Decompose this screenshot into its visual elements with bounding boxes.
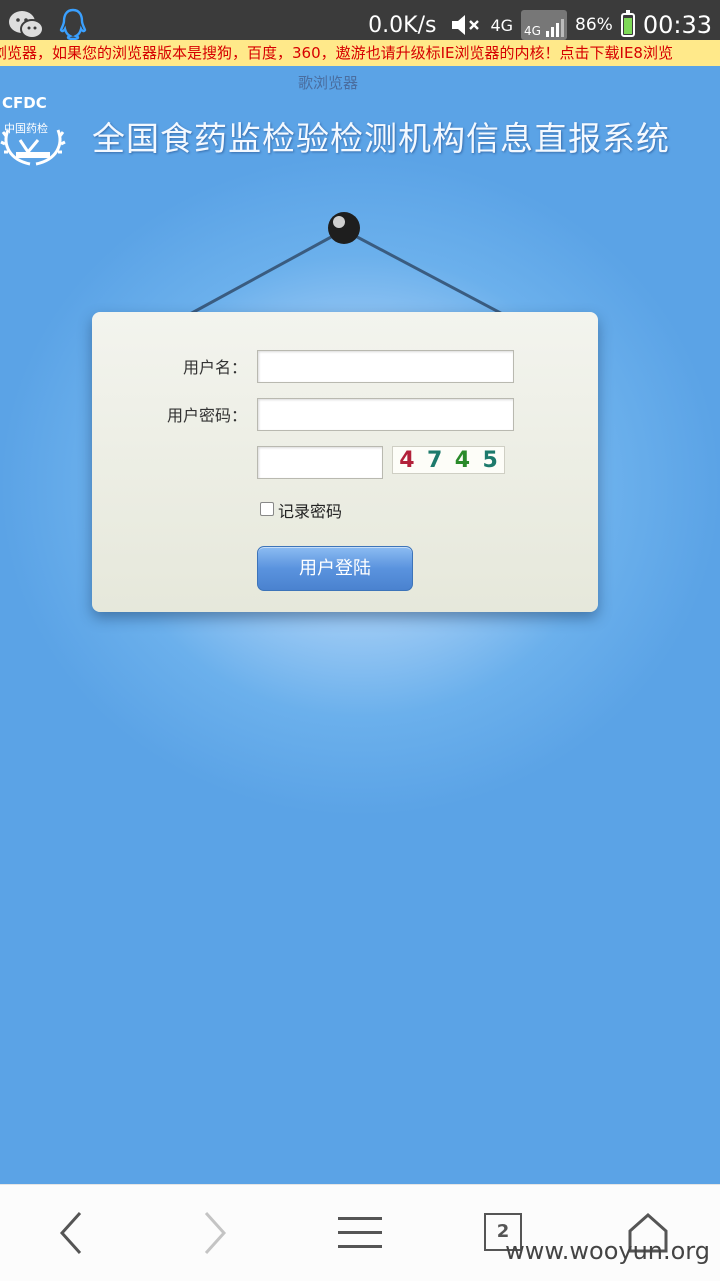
password-label: 用户密码： xyxy=(166,406,247,425)
username-label: 用户名： xyxy=(182,358,247,377)
battery-icon xyxy=(620,10,635,37)
remember-password-label[interactable]: 记录密码 xyxy=(278,498,342,522)
board-hanger xyxy=(189,212,511,320)
browser-bottom-nav: 2 www.wooyun.org xyxy=(0,1184,720,1281)
net-speed: 0.0K/s xyxy=(368,12,437,38)
qq-icon xyxy=(59,8,87,41)
captcha-image[interactable]: 4745 xyxy=(392,446,505,474)
browser-warning-continued: 歌浏览器 xyxy=(298,74,359,92)
wechat-icon xyxy=(9,11,44,39)
login-page: 歌浏览器 CFDC 中国药检 全国食药监检验检测机构信息直报系统 用户名： 用户… xyxy=(0,66,720,1184)
site-title: 全国食药监检验检测机构信息直报系统 xyxy=(92,119,670,158)
remember-password-checkbox[interactable] xyxy=(260,502,274,516)
browser-warning-text[interactable]: 浏览器，如果您的浏览器版本是搜狗，百度，360，遨游也请升级标IE浏览器的内核！… xyxy=(0,40,673,66)
login-button[interactable]: 用户登陆 xyxy=(257,546,413,591)
captcha-digit: 5 xyxy=(482,447,498,473)
logo-text-cfdc: CFDC xyxy=(2,94,47,112)
signal-icon: 4G xyxy=(521,10,568,40)
network-badge: 4G xyxy=(524,24,541,38)
captcha-input[interactable] xyxy=(257,446,383,479)
captcha-digit: 7 xyxy=(426,447,443,473)
captcha-digit: 4 xyxy=(399,447,415,473)
menu-icon[interactable] xyxy=(336,1215,384,1251)
forward-icon[interactable] xyxy=(200,1211,230,1255)
back-icon[interactable] xyxy=(56,1211,86,1255)
captcha-digit: 4 xyxy=(454,447,471,473)
logo-text-cn: 中国药检 xyxy=(4,121,48,135)
battery-percent: 86% xyxy=(575,15,613,35)
watermark-text: www.wooyun.org xyxy=(505,1237,710,1265)
mute-icon xyxy=(452,15,480,35)
username-input[interactable] xyxy=(257,350,514,383)
network-type: 4G xyxy=(490,15,514,35)
password-input[interactable] xyxy=(257,398,514,431)
login-panel: 用户名： 用户密码： 4745 记录密码 用户登陆 xyxy=(92,312,598,612)
notification-icons xyxy=(8,8,88,42)
browser-warning-bar[interactable]: 浏览器，如果您的浏览器版本是搜狗，百度，360，遨游也请升级标IE浏览器的内核！… xyxy=(0,40,720,66)
cfdc-logo-icon: CFDC 中国药检 xyxy=(0,94,66,166)
clock: 00:33 xyxy=(642,11,712,39)
